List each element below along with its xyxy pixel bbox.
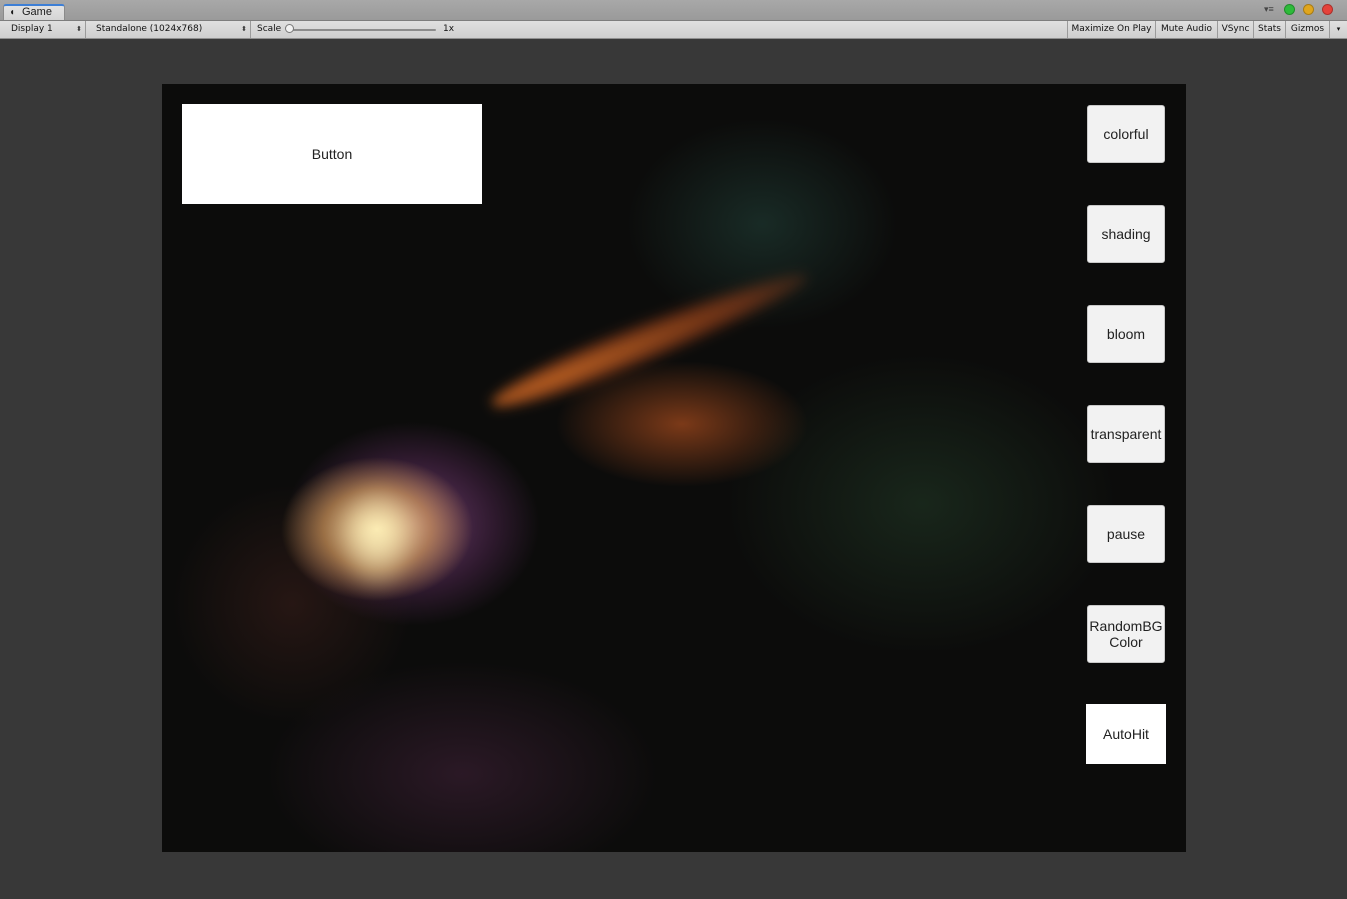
main-button-label: Button — [311, 146, 353, 162]
scale-label: Scale — [257, 24, 282, 34]
bloom-button-label: bloom — [1106, 326, 1146, 342]
vsync-toggle[interactable]: VSync — [1218, 21, 1254, 38]
display-dropdown-label: Display 1 — [11, 24, 53, 34]
gizmos-toggle[interactable]: Gizmos — [1286, 21, 1330, 38]
colorful-button[interactable]: colorful — [1087, 105, 1165, 163]
transparent-button[interactable]: transparent — [1087, 405, 1165, 463]
display-dropdown[interactable]: Display 1 ⬍ — [0, 21, 86, 38]
resolution-dropdown-label: Standalone (1024x768) — [96, 24, 203, 34]
pause-button[interactable]: pause — [1087, 505, 1165, 563]
maximize-on-play-toggle[interactable]: Maximize On Play — [1067, 21, 1156, 38]
dropdown-arrows-icon: ⬍ — [76, 25, 82, 33]
bloom-button[interactable]: bloom — [1087, 305, 1165, 363]
random-bg-color-button[interactable]: RandomBG Color — [1087, 605, 1165, 663]
maximize-on-play-label: Maximize On Play — [1071, 24, 1152, 34]
tab-game-label: Game — [22, 6, 52, 18]
main-button[interactable]: Button — [182, 104, 482, 204]
shading-button-label: shading — [1101, 226, 1151, 242]
vsync-label: VSync — [1221, 24, 1250, 34]
game-view-toolbar: Display 1 ⬍ Standalone (1024x768) ⬍ Scal… — [0, 21, 1347, 39]
colorful-button-label: colorful — [1103, 126, 1149, 142]
transparent-button-label: transparent — [1090, 426, 1162, 442]
fluid-smoke-trail — [484, 258, 815, 423]
gizmos-dropdown-arrow-icon[interactable]: ▾ — [1330, 21, 1347, 38]
close-window-button[interactable] — [1322, 4, 1333, 15]
tab-game[interactable]: ◖ Game — [3, 4, 65, 20]
fluid-smoke-core — [337, 484, 417, 594]
autohit-button-label: AutoHit — [1103, 726, 1149, 742]
shading-button[interactable]: shading — [1087, 205, 1165, 263]
stats-label: Stats — [1258, 24, 1281, 34]
autohit-button[interactable]: AutoHit — [1086, 704, 1166, 764]
random-bg-color-button-label: RandomBG Color — [1089, 618, 1163, 650]
pause-button-label: pause — [1106, 526, 1146, 542]
mute-audio-label: Mute Audio — [1161, 24, 1212, 34]
minimize-window-button[interactable] — [1303, 4, 1314, 15]
scale-slider-track[interactable] — [288, 29, 436, 31]
title-bar: ◖ Game ▾≡ — [0, 0, 1347, 21]
dropdown-arrows-icon: ⬍ — [241, 25, 247, 33]
zoom-window-button[interactable] — [1284, 4, 1295, 15]
gizmos-label: Gizmos — [1290, 24, 1325, 34]
unity-icon: ◖ — [9, 7, 16, 18]
mute-audio-toggle[interactable]: Mute Audio — [1156, 21, 1218, 38]
resolution-dropdown[interactable]: Standalone (1024x768) ⬍ — [90, 21, 251, 38]
stats-toggle[interactable]: Stats — [1254, 21, 1286, 38]
scale-slider-thumb[interactable] — [285, 24, 294, 33]
panel-menu-icon[interactable]: ▾≡ — [1264, 4, 1274, 15]
scale-value: 1x — [443, 24, 455, 34]
game-viewport[interactable]: Button colorful shading bloom transparen… — [162, 84, 1186, 852]
